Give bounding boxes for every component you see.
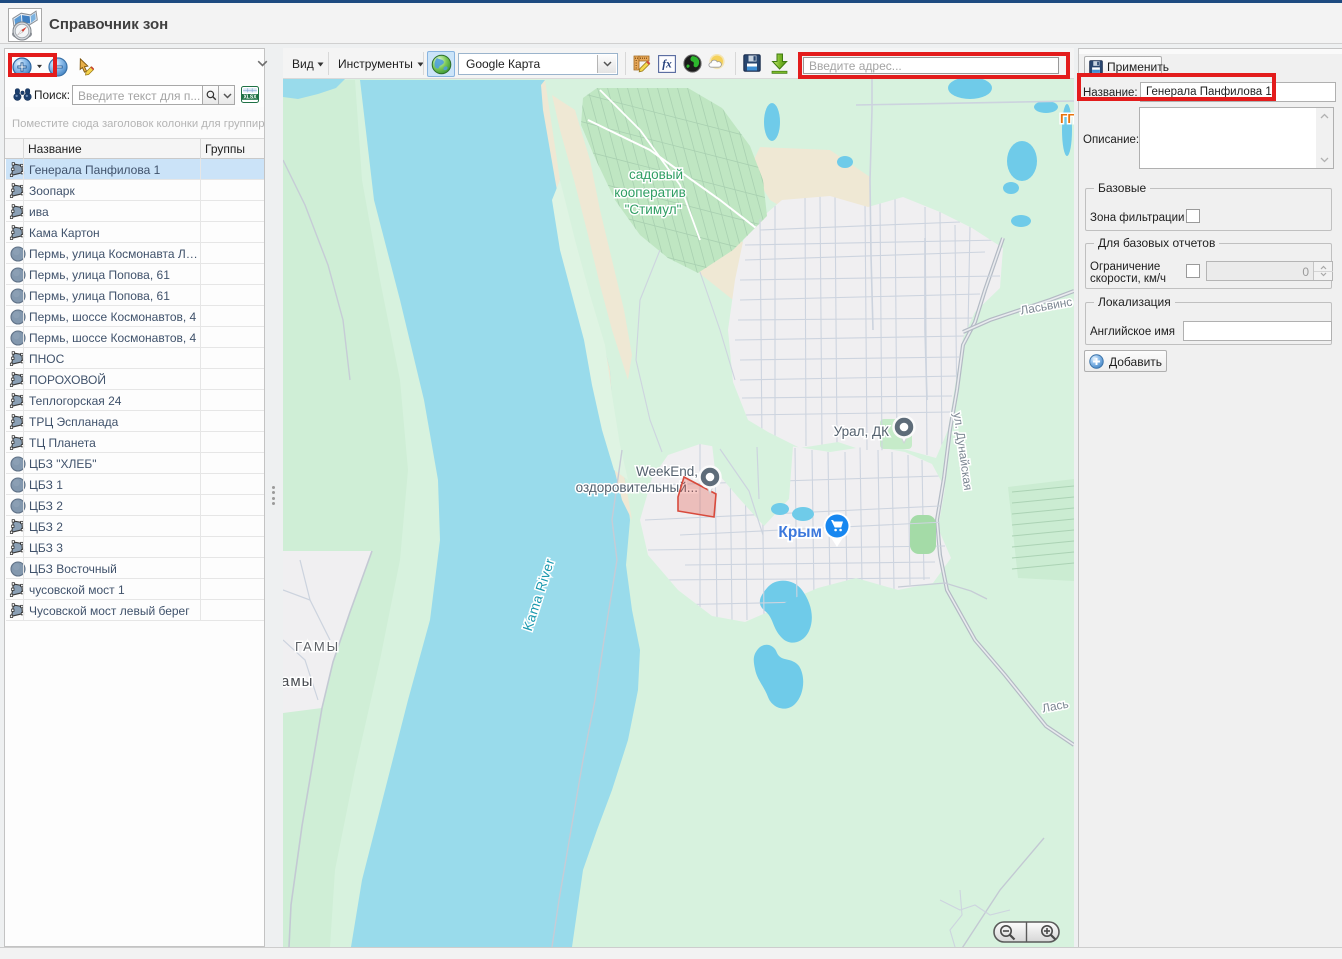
svg-text:Крым: Крым [778,524,822,541]
svg-text:ГАМЫ: ГАМЫ [295,639,340,654]
svg-text:WeekEnd,: WeekEnd, [636,464,698,479]
svg-text:fx: fx [662,59,672,71]
svg-text:кооператив: кооператив [614,185,686,200]
svg-text:садовый: садовый [629,167,683,182]
svg-text:"Стимул": "Стимул" [625,202,682,217]
svg-text:Урал, ДК: Урал, ДК [834,424,890,439]
svg-text:ГП: ГП [1060,111,1074,126]
svg-text:амы: амы [283,673,313,690]
svg-text:XLSX: XLSX [243,95,257,101]
